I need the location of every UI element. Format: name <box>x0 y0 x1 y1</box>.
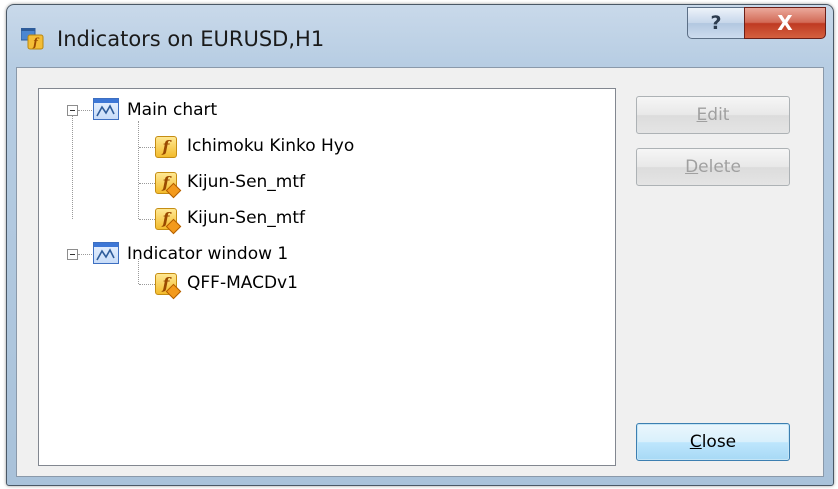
close-mnemonic: C <box>689 432 702 452</box>
edit-label: dit <box>707 105 730 125</box>
delete-button[interactable]: Delete <box>636 148 790 186</box>
chart-window-icon <box>93 242 119 264</box>
edit-button[interactable]: Edit <box>636 96 790 134</box>
tree-item-label: Ichimoku Kinko Hyo <box>187 136 355 156</box>
collapse-toggle-indicator-window[interactable] <box>67 249 78 260</box>
delete-label: elete <box>698 157 741 177</box>
custom-indicator-icon: f <box>155 208 182 235</box>
window-title: Indicators on EURUSD,H1 <box>57 27 325 51</box>
edit-mnemonic: E <box>696 105 708 125</box>
chart-window-icon <box>93 98 119 120</box>
tree-connector <box>139 147 155 148</box>
tree-connector <box>138 121 139 219</box>
close-label: lose <box>701 432 737 452</box>
custom-indicator-icon: f <box>155 273 182 300</box>
tree-item-label: Kijun-Sen_mtf <box>187 172 306 192</box>
dialog-client-area: Main chart f Ichimoku Kinko Hyo f Kijun-… <box>16 67 824 477</box>
indicator-tree[interactable]: Main chart f Ichimoku Kinko Hyo f Kijun-… <box>38 88 616 466</box>
title-bar[interactable]: f Indicators on EURUSD,H1 ? X <box>7 5 833 67</box>
tree-item-label: QFF-MACDv1 <box>187 273 298 293</box>
builtin-indicator-icon: f <box>155 136 177 158</box>
tree-connector <box>78 254 94 255</box>
delete-mnemonic: D <box>685 157 699 177</box>
custom-indicator-icon: f <box>155 172 182 199</box>
close-window-button[interactable]: X <box>744 7 826 39</box>
tree-node-label: Indicator window 1 <box>127 244 289 264</box>
tree-connector <box>72 109 73 219</box>
close-button[interactable]: Close <box>636 423 790 461</box>
tree-connector <box>139 284 155 285</box>
tree-connector <box>139 219 155 220</box>
tree-connector <box>139 183 155 184</box>
collapse-toggle-main-chart[interactable] <box>67 105 78 116</box>
tree-node-label: Main chart <box>127 100 218 120</box>
help-button[interactable]: ? <box>687 7 745 39</box>
app-icon: f <box>20 27 45 50</box>
indicators-dialog: f Indicators on EURUSD,H1 ? X Main chart… <box>6 4 834 486</box>
tree-item-label: Kijun-Sen_mtf <box>187 208 306 228</box>
tree-connector <box>78 110 94 111</box>
